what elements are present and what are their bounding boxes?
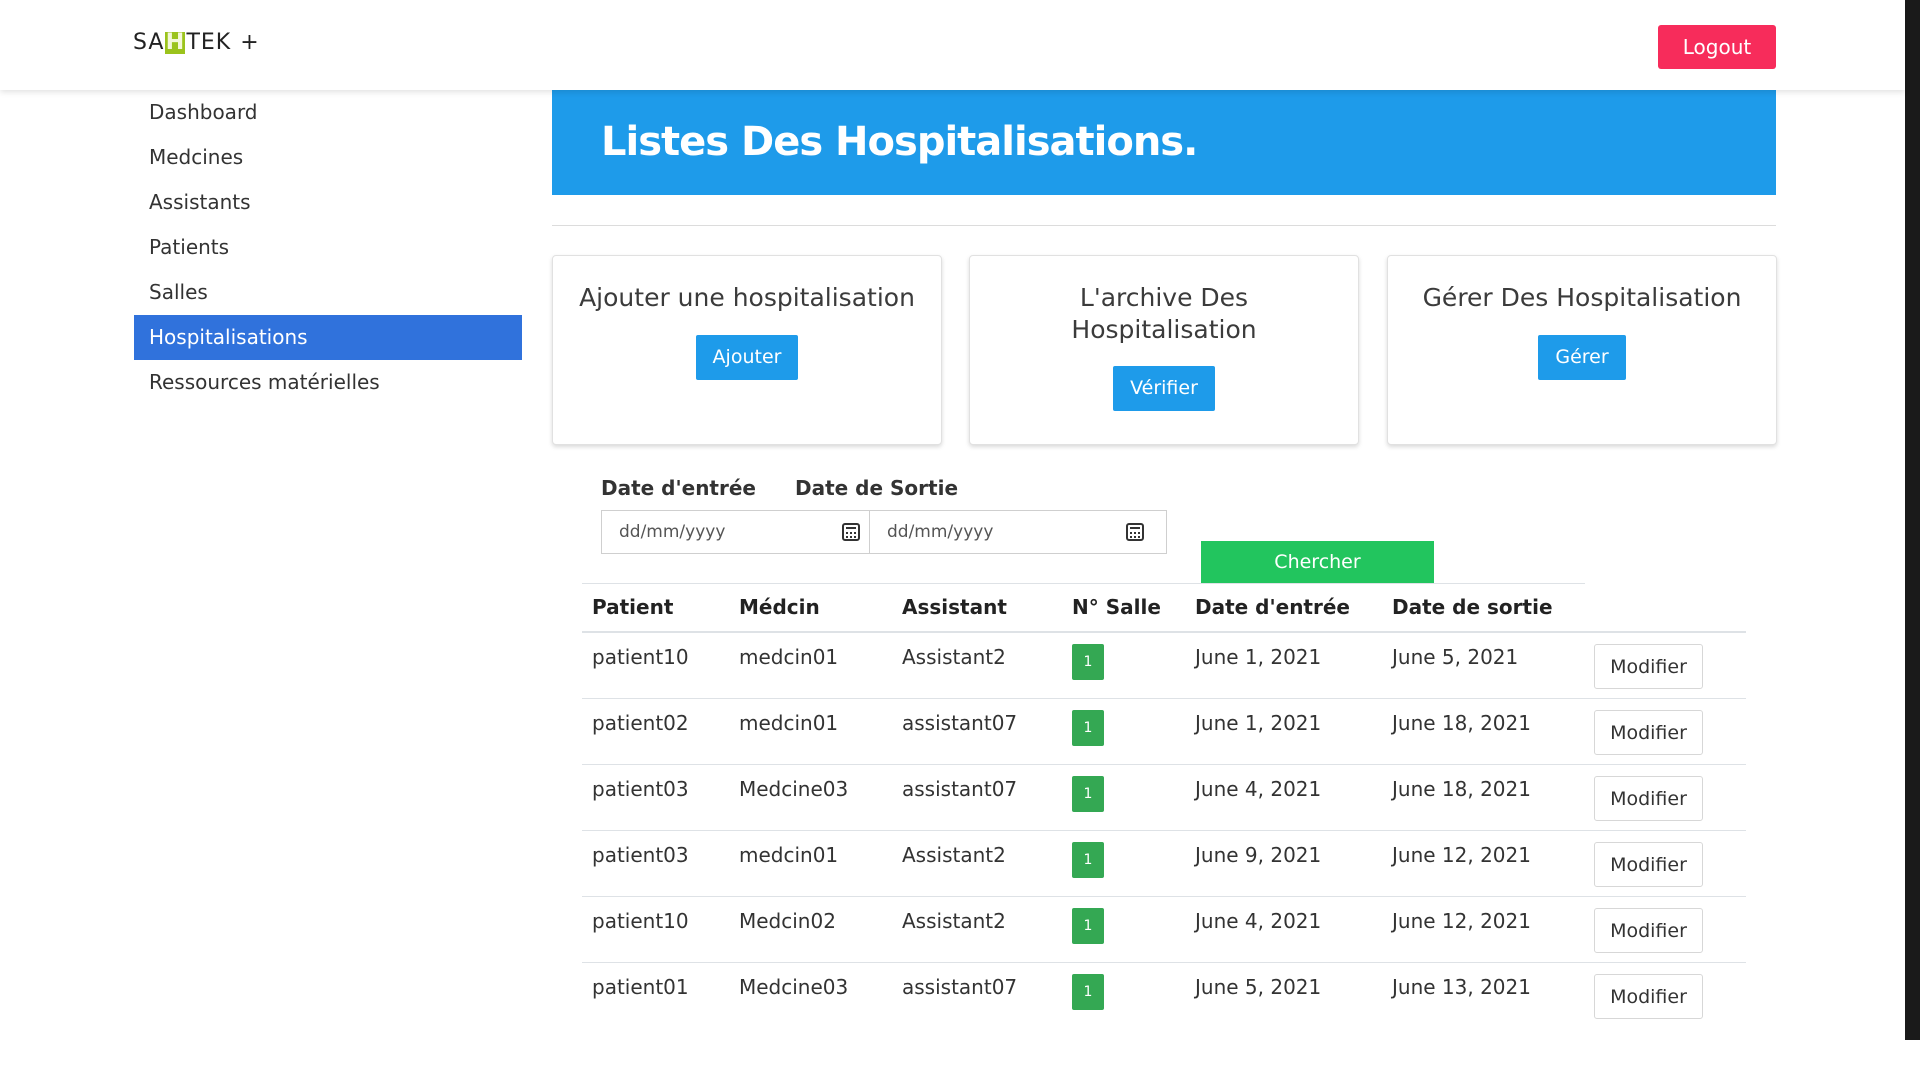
card-archive: L'archive Des Hospitalisation Vérifier [969, 255, 1359, 445]
table-row: patient10 Medcin02 Assistant2 1 June 4, … [582, 897, 1746, 963]
col-header-patient: Patient [592, 595, 674, 619]
cell-patient: patient02 [592, 711, 689, 735]
cell-date-sortie: June 12, 2021 [1392, 843, 1531, 867]
page: SA H TEK + Logout Dashboard Medcines Assist… [0, 0, 1920, 1080]
cell-assistant: assistant07 [902, 975, 1018, 999]
cell-patient: patient03 [592, 843, 689, 867]
sidebar-item-medcines[interactable]: Medcines [134, 135, 522, 180]
card-title: L'archive Des Hospitalisation [1071, 283, 1257, 344]
table-row: patient03 Medcine03 assistant07 1 June 4… [582, 765, 1746, 831]
salle-badge: 1 [1072, 776, 1104, 812]
salle-badge: 1 [1072, 974, 1104, 1010]
cell-patient: patient10 [592, 909, 689, 933]
cell-assistant: Assistant2 [902, 645, 1006, 669]
table-header: Patient Médcin Assistant N° Salle Date d… [582, 583, 1746, 633]
cell-date-entree: June 1, 2021 [1195, 711, 1322, 735]
modify-button[interactable]: Modifier [1594, 842, 1703, 887]
exit-date-label: Date de Sortie [795, 476, 959, 500]
entry-date-label: Date d'entrée [601, 476, 756, 500]
verify-button[interactable]: Vérifier [1113, 366, 1215, 411]
table-row: patient10 medcin01 Assistant2 1 June 1, … [582, 633, 1746, 699]
manage-button[interactable]: Gérer [1538, 335, 1626, 380]
entry-date-input[interactable]: dd/mm/yyyy [601, 510, 870, 554]
sidebar-item-salles[interactable]: Salles [134, 270, 522, 315]
brand-text-suffix: TEK [186, 30, 232, 55]
calendar-icon[interactable] [842, 523, 860, 541]
salle-badge: 1 [1072, 842, 1104, 878]
sidebar: Dashboard Medcines Assistants Patients S… [134, 90, 522, 405]
cell-assistant: Assistant2 [902, 843, 1006, 867]
col-header-date-sortie: Date de sortie [1392, 595, 1553, 619]
cell-patient: patient03 [592, 777, 689, 801]
scrollbar[interactable] [1905, 0, 1920, 1040]
modify-button[interactable]: Modifier [1594, 710, 1703, 755]
cell-date-sortie: June 18, 2021 [1392, 711, 1531, 735]
cell-medcin: medcin01 [739, 711, 839, 735]
cell-medcin: Medcine03 [739, 975, 849, 999]
sidebar-item-dashboard[interactable]: Dashboard [134, 90, 522, 135]
logout-button[interactable]: Logout [1658, 25, 1776, 69]
cell-medcin: Medcine03 [739, 777, 849, 801]
cell-date-entree: June 9, 2021 [1195, 843, 1322, 867]
card-title: Gérer Des Hospitalisation [1422, 283, 1742, 312]
cell-date-entree: June 4, 2021 [1195, 909, 1322, 933]
cell-date-entree: June 4, 2021 [1195, 777, 1322, 801]
table-row: patient02 medcin01 assistant07 1 June 1,… [582, 699, 1746, 765]
divider [552, 225, 1776, 226]
cell-medcin: Medcin02 [739, 909, 836, 933]
brand-logo[interactable]: SA H TEK + [133, 30, 260, 55]
cell-date-entree: June 1, 2021 [1195, 645, 1322, 669]
modify-button[interactable]: Modifier [1594, 908, 1703, 953]
brand-plus: + [240, 30, 260, 55]
salle-badge: 1 [1072, 644, 1104, 680]
salle-badge: 1 [1072, 908, 1104, 944]
col-header-date-entree: Date d'entrée [1195, 595, 1350, 619]
cell-date-sortie: June 5, 2021 [1392, 645, 1519, 669]
calendar-icon[interactable] [1126, 523, 1144, 541]
add-button[interactable]: Ajouter [695, 335, 799, 380]
top-navbar: SA H TEK + Logout [0, 0, 1905, 90]
table-row: patient01 Medcine03 assistant07 1 June 5… [582, 963, 1746, 1029]
card-manage: Gérer Des Hospitalisation Gérer [1387, 255, 1777, 445]
salle-badge: 1 [1072, 710, 1104, 746]
sidebar-item-hospitalisations[interactable]: Hospitalisations [134, 315, 522, 360]
exit-date-placeholder: dd/mm/yyyy [887, 522, 994, 542]
cell-patient: patient10 [592, 645, 689, 669]
cell-date-entree: June 5, 2021 [1195, 975, 1322, 999]
modify-button[interactable]: Modifier [1594, 974, 1703, 1019]
brand-h-mark: H [165, 29, 186, 55]
cell-date-sortie: June 12, 2021 [1392, 909, 1531, 933]
search-button[interactable]: Chercher [1201, 541, 1434, 583]
entry-date-placeholder: dd/mm/yyyy [619, 522, 726, 542]
cell-date-sortie: June 13, 2021 [1392, 975, 1531, 999]
col-header-salle: N° Salle [1072, 595, 1161, 619]
sidebar-item-assistants[interactable]: Assistants [134, 180, 522, 225]
exit-date-input[interactable]: dd/mm/yyyy [869, 510, 1167, 554]
cell-date-sortie: June 18, 2021 [1392, 777, 1531, 801]
table-row: patient03 medcin01 Assistant2 1 June 9, … [582, 831, 1746, 897]
brand-text-prefix: SA [133, 30, 165, 55]
cell-medcin: medcin01 [739, 645, 839, 669]
col-header-medcin: Médcin [739, 595, 820, 619]
modify-button[interactable]: Modifier [1594, 644, 1703, 689]
cell-assistant: Assistant2 [902, 909, 1006, 933]
cell-assistant: assistant07 [902, 711, 1018, 735]
sidebar-item-ressources[interactable]: Ressources matérielles [134, 360, 522, 405]
page-title: Listes Des Hospitalisations. [552, 90, 1776, 195]
cell-patient: patient01 [592, 975, 689, 999]
modify-button[interactable]: Modifier [1594, 776, 1703, 821]
cell-medcin: medcin01 [739, 843, 839, 867]
card-add-hospitalisation: Ajouter une hospitalisation Ajouter [552, 255, 942, 445]
cell-assistant: assistant07 [902, 777, 1018, 801]
card-title: Ajouter une hospitalisation [579, 283, 915, 312]
col-header-assistant: Assistant [902, 595, 1007, 619]
sidebar-item-patients[interactable]: Patients [134, 225, 522, 270]
